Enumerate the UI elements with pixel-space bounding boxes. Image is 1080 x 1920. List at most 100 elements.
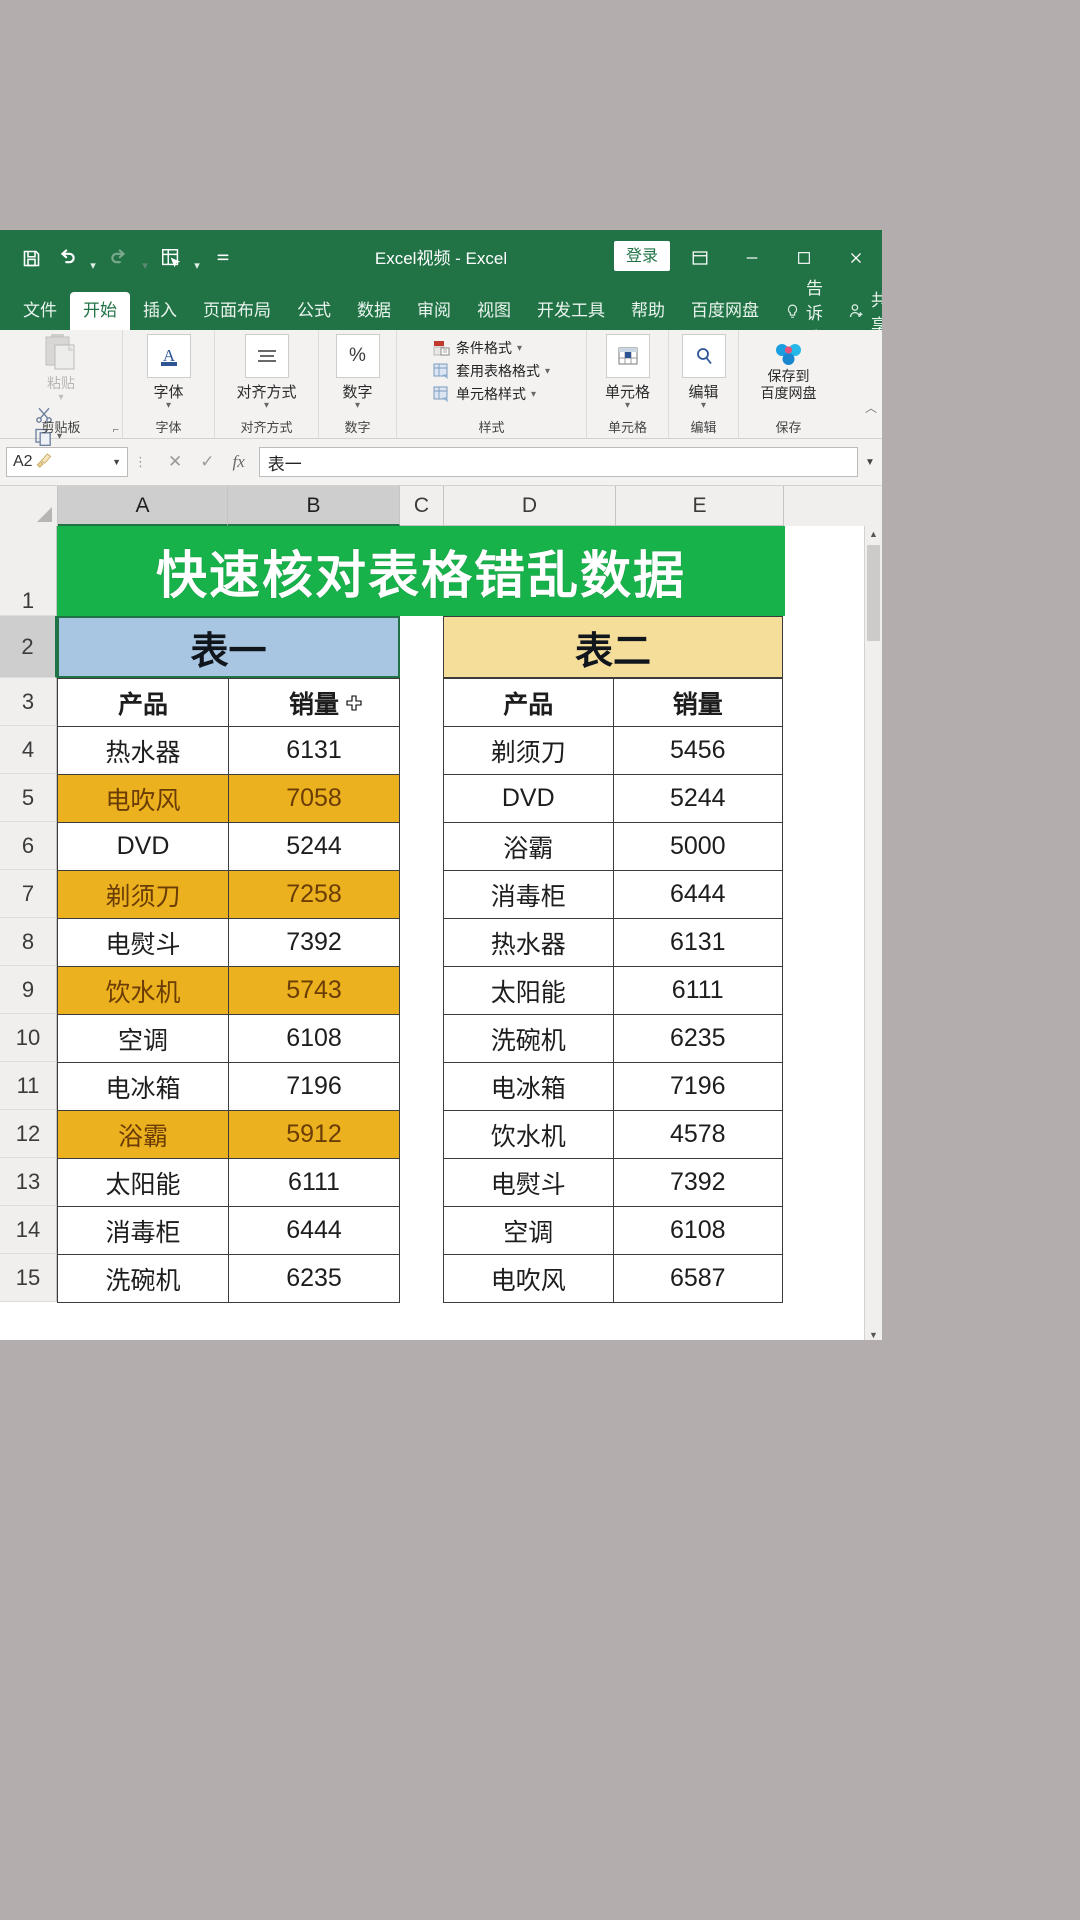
number-button[interactable]: % 数字 ▾ — [327, 334, 389, 411]
cell-sales[interactable]: 5912 — [228, 1110, 400, 1159]
cell-product[interactable]: 电冰箱 — [57, 1062, 229, 1111]
insert-function-icon[interactable]: fx — [233, 452, 245, 472]
cell-sales[interactable]: 5743 — [228, 966, 400, 1015]
column-header-e[interactable]: E — [616, 486, 784, 526]
cell-product[interactable]: 消毒柜 — [57, 1206, 229, 1255]
paste-button[interactable]: 粘贴 ▾ — [32, 332, 90, 403]
row-header-11[interactable]: 11 — [0, 1062, 57, 1110]
tab-formulas[interactable]: 公式 — [284, 292, 344, 330]
cell-product[interactable]: DVD — [443, 774, 614, 823]
row-header-12[interactable]: 12 — [0, 1110, 57, 1158]
row-header-13[interactable]: 13 — [0, 1158, 57, 1206]
format-painter-button[interactable] — [33, 448, 55, 469]
cell-sales[interactable]: 6111 — [228, 1158, 400, 1207]
cell-sales[interactable]: 7196 — [612, 1062, 783, 1111]
enter-formula-icon[interactable]: ✓ — [200, 452, 214, 472]
cell-product[interactable]: 热水器 — [57, 726, 229, 775]
conditional-formatting-button[interactable]: 条件格式 ▾ — [433, 338, 550, 358]
cell-product[interactable]: 消毒柜 — [443, 870, 614, 919]
cell-sales[interactable]: 5000 — [612, 822, 783, 871]
clipboard-dialog-launcher-icon[interactable]: ⌐ — [113, 424, 119, 436]
cells-button[interactable]: 单元格 ▾ — [595, 334, 661, 411]
tab-help[interactable]: 帮助 — [618, 292, 678, 330]
cell-sales[interactable]: 5244 — [612, 774, 783, 823]
cell-product[interactable]: 饮水机 — [57, 966, 229, 1015]
formula-bar-grip[interactable]: ⋮ — [128, 454, 154, 470]
tab-page-layout[interactable]: 页面布局 — [190, 292, 284, 330]
cell-product[interactable]: 电吹风 — [443, 1254, 614, 1303]
cell-sales[interactable]: 7392 — [612, 1158, 783, 1207]
cell-sales[interactable]: 6235 — [228, 1254, 400, 1303]
tab-developer[interactable]: 开发工具 — [524, 292, 618, 330]
tab-baidu-netdisk[interactable]: 百度网盘 — [678, 292, 772, 330]
table-one-header-product[interactable]: 产品 — [57, 678, 229, 727]
tab-review[interactable]: 审阅 — [404, 292, 464, 330]
tab-view[interactable]: 视图 — [464, 292, 524, 330]
tab-file[interactable]: 文件 — [10, 292, 70, 330]
cell-sales[interactable]: 7392 — [228, 918, 400, 967]
table-two-header-product[interactable]: 产品 — [443, 678, 614, 727]
tab-insert[interactable]: 插入 — [130, 292, 190, 330]
title-banner-cell[interactable]: 快速核对表格错乱数据 — [57, 526, 785, 616]
ribbon-display-options-icon[interactable] — [674, 230, 726, 286]
format-as-table-dropdown-icon[interactable]: ▾ — [545, 366, 550, 377]
row-header-15[interactable]: 15 — [0, 1254, 57, 1302]
cell-sales[interactable]: 6111 — [612, 966, 783, 1015]
cell-sales[interactable]: 7058 — [228, 774, 400, 823]
row-header-9[interactable]: 9 — [0, 966, 57, 1014]
cancel-formula-icon[interactable]: ✕ — [168, 452, 182, 472]
editing-button[interactable]: 编辑 ▾ — [676, 334, 732, 411]
table-two-header-sales[interactable]: 销量 — [612, 678, 783, 727]
cell-product[interactable]: 太阳能 — [57, 1158, 229, 1207]
row-header-10[interactable]: 10 — [0, 1014, 57, 1062]
cell-product[interactable]: 电熨斗 — [443, 1158, 614, 1207]
cell-product[interactable]: 电吹风 — [57, 774, 229, 823]
row-header-2[interactable]: 2 — [0, 616, 57, 678]
column-header-d[interactable]: D — [444, 486, 616, 526]
font-button[interactable]: A 字体 ▾ — [137, 334, 201, 411]
cell-product[interactable]: 空调 — [443, 1206, 614, 1255]
cell-product[interactable]: 剃须刀 — [443, 726, 614, 775]
table-two-title-cell[interactable]: 表二 — [443, 616, 783, 678]
expand-formula-bar-icon[interactable]: ▼ — [858, 457, 882, 468]
row-header-5[interactable]: 5 — [0, 774, 57, 822]
cell-styles-dropdown-icon[interactable]: ▾ — [531, 389, 536, 400]
cell-product[interactable]: 电熨斗 — [57, 918, 229, 967]
row-header-4[interactable]: 4 — [0, 726, 57, 774]
cell-sales[interactable]: 6235 — [612, 1014, 783, 1063]
row-header-1[interactable]: 1 — [0, 526, 57, 616]
formula-input[interactable]: 表一 — [258, 447, 858, 477]
editing-dropdown-icon[interactable]: ▾ — [701, 401, 706, 411]
scrollbar-thumb[interactable] — [867, 545, 880, 641]
cell-sales[interactable]: 6131 — [228, 726, 400, 775]
cell-product[interactable]: DVD — [57, 822, 229, 871]
format-as-table-button[interactable]: 套用表格格式 ▾ — [433, 361, 550, 381]
select-all-button[interactable] — [0, 486, 58, 527]
alignment-button[interactable]: 对齐方式 ▾ — [223, 334, 311, 411]
cell-sales[interactable]: 4578 — [612, 1110, 783, 1159]
tab-home[interactable]: 开始 — [70, 292, 130, 330]
cell-sales[interactable]: 6587 — [612, 1254, 783, 1303]
cell-sales[interactable]: 6108 — [228, 1014, 400, 1063]
vertical-scrollbar[interactable]: ▲ ▼ — [864, 526, 882, 1340]
cell-sales[interactable]: 7196 — [228, 1062, 400, 1111]
tell-me-button[interactable]: 告诉我 — [772, 279, 835, 348]
cells-dropdown-icon[interactable]: ▾ — [625, 401, 630, 411]
cell-sales[interactable]: 6108 — [612, 1206, 783, 1255]
row-header-3[interactable]: 3 — [0, 678, 57, 726]
cell-product[interactable]: 饮水机 — [443, 1110, 614, 1159]
cell-sales[interactable]: 5244 — [228, 822, 400, 871]
cell-product[interactable]: 热水器 — [443, 918, 614, 967]
cell-product[interactable]: 剃须刀 — [57, 870, 229, 919]
name-box-dropdown-icon[interactable]: ▼ — [112, 457, 121, 467]
conditional-formatting-dropdown-icon[interactable]: ▾ — [517, 343, 522, 354]
cell-product[interactable]: 浴霸 — [57, 1110, 229, 1159]
row-header-14[interactable]: 14 — [0, 1206, 57, 1254]
column-header-a[interactable]: A — [58, 486, 228, 526]
row-header-7[interactable]: 7 — [0, 870, 57, 918]
cell-product[interactable]: 洗碗机 — [57, 1254, 229, 1303]
cell-sales[interactable]: 6444 — [228, 1206, 400, 1255]
font-dropdown-icon[interactable]: ▾ — [166, 401, 171, 411]
cell-sales[interactable]: 7258 — [228, 870, 400, 919]
cell-sales[interactable]: 6131 — [612, 918, 783, 967]
